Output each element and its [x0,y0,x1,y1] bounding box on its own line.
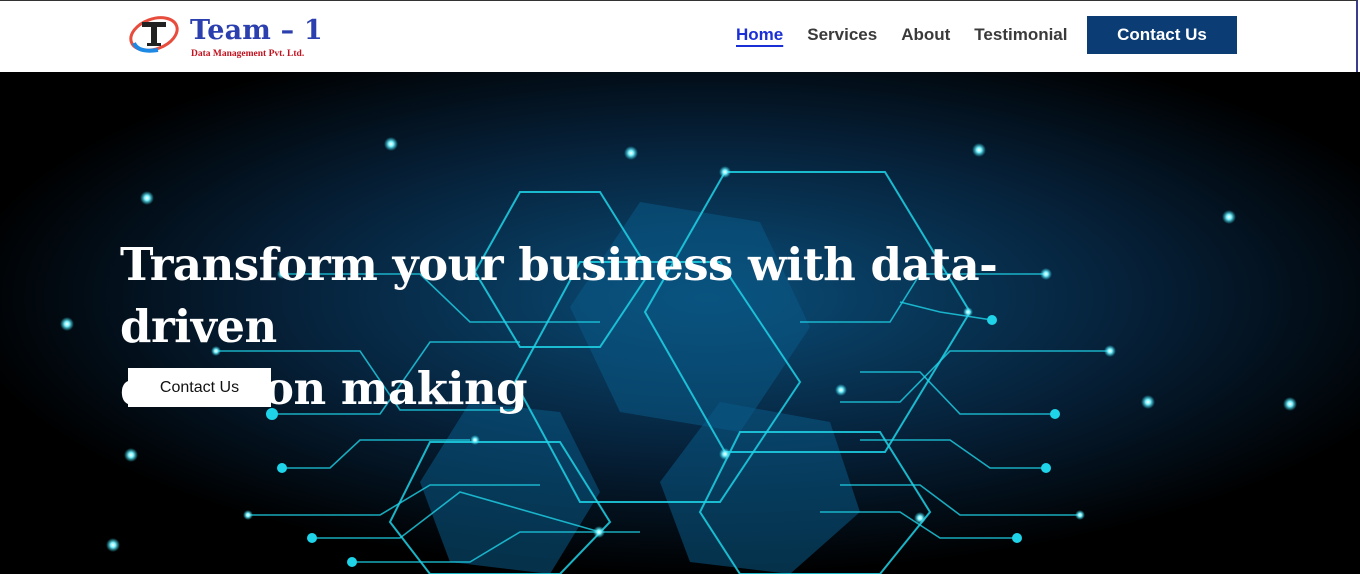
team-one-logo-icon [129,16,179,53]
header-contact-button[interactable]: Contact Us [1087,16,1237,54]
brand-logo[interactable]: Team – 1 Data Management Pvt. Ltd. [128,13,328,63]
nav-item-services[interactable]: Services [807,25,877,45]
nav-item-home[interactable]: Home [736,25,783,45]
hero-section: Transform your business with data-driven… [0,72,1360,574]
main-nav: Home Services About Testimonial [736,15,1091,55]
brand-name: Team – 1 [190,15,323,46]
nav-item-about[interactable]: About [901,25,950,45]
hero-headline-line1: Transform your business with data-driven [120,238,998,354]
site-header: Team – 1 Data Management Pvt. Ltd. Home … [0,0,1358,72]
hero-contact-button[interactable]: Contact Us [128,368,271,407]
nav-item-testimonial[interactable]: Testimonial [974,25,1067,45]
brand-tagline: Data Management Pvt. Ltd. [191,49,305,59]
